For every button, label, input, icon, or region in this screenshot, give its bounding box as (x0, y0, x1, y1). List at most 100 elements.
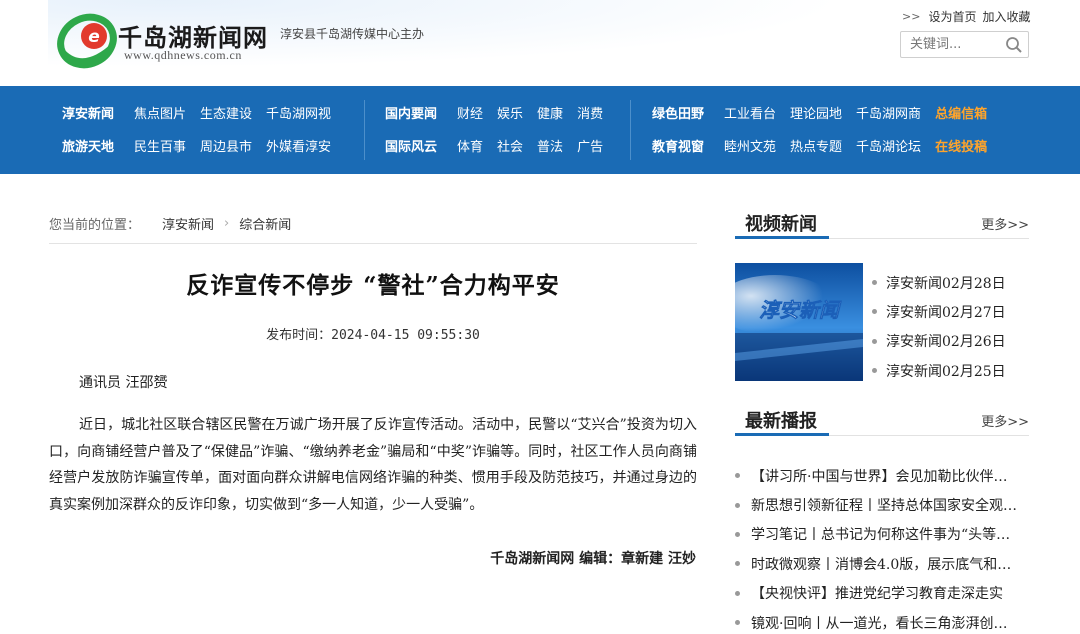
publish-label: 发布时间： (266, 328, 332, 343)
breadcrumb-link[interactable]: 淳安新闻 (162, 214, 214, 233)
nav-item[interactable]: 民生百事 (134, 136, 186, 155)
nav-item[interactable]: 工业看台 (724, 103, 776, 122)
editor-mailbox-link[interactable]: 总编信箱 (935, 103, 987, 122)
double-chevron-icon: >> (902, 10, 921, 23)
set-homepage-link[interactable]: 设为首页 (928, 8, 976, 25)
nav-row: 旅游天地 民生百事 周边县市 外媒看淳安 (62, 136, 345, 155)
more-link[interactable]: 更多>> (981, 411, 1029, 430)
nav-item[interactable]: 体育 (457, 136, 483, 155)
list-item-label[interactable]: 学习笔记丨总书记为何称这件事为“头等… (751, 524, 1029, 544)
nav-item[interactable]: 普法 (537, 136, 563, 155)
nav-item[interactable]: 千岛湖论坛 (856, 136, 921, 155)
section-title: 视频新闻 (745, 214, 817, 235)
nav-item[interactable]: 健康 (537, 103, 563, 122)
nav-divider (364, 100, 365, 160)
nav-main-item[interactable]: 绿色田野 (652, 103, 704, 122)
breadcrumb-label: 您当前的位置： (49, 218, 141, 233)
section-title: 最新播报 (745, 411, 817, 432)
list-item[interactable]: 淳安新闻02月25日 (872, 356, 1006, 385)
article-author: 通讯员 汪邵赟 (79, 375, 168, 391)
nav-divider (630, 100, 631, 160)
nav-item[interactable]: 周边县市 (200, 136, 252, 155)
breadcrumb-link[interactable]: 综合新闻 (239, 214, 291, 233)
search-box (900, 31, 1029, 58)
bullet-icon (735, 590, 740, 596)
nav-item[interactable]: 广告 (577, 136, 603, 155)
nav-main-item[interactable]: 教育视窗 (652, 136, 704, 155)
svg-text:e: e (88, 27, 100, 47)
nav-main-item[interactable]: 国内要闻 (385, 103, 437, 122)
site-url: www.qdhnews.com.cn (124, 48, 242, 62)
main-nav: 淳安新闻 焦点图片 生态建设 千岛湖网视 旅游天地 民生百事 周边县市 外媒看淳… (0, 86, 1080, 174)
nav-item[interactable]: 生态建设 (200, 103, 252, 122)
list-item[interactable]: 时政微观察丨消博会4.0版，展示底气和… (735, 549, 1029, 578)
publish-time: 发布时间：2024-04-15 09:55:30 (49, 324, 697, 343)
more-link[interactable]: 更多>> (981, 214, 1029, 233)
video-news-header: 视频新闻 更多>> (735, 207, 1029, 239)
article-body: 近日，城北社区联合辖区民警在万诚广场开展了反诈宣传活动。活动中，民警以“艾兴合”… (49, 417, 697, 513)
list-item-label[interactable]: 淳安新闻02月25日 (886, 361, 1006, 381)
breadcrumb: 您当前的位置： 淳安新闻 › 综合新闻 (49, 214, 291, 233)
online-submit-link[interactable]: 在线投稿 (935, 136, 987, 155)
list-item-label[interactable]: 【讲习所·中国与世界】会见加勒比伙伴… (751, 466, 1029, 486)
nav-item[interactable]: 千岛湖网视 (266, 103, 331, 122)
bullet-icon (735, 473, 740, 479)
nav-item[interactable]: 娱乐 (497, 103, 523, 122)
nav-row: 国际风云 体育 社会 普法 广告 (385, 136, 617, 155)
nav-main-item[interactable]: 淳安新闻 (62, 103, 114, 122)
bullet-icon (735, 531, 740, 537)
list-item[interactable]: 淳安新闻02月26日 (872, 327, 1006, 356)
publish-time-value: 2024-04-15 09:55:30 (331, 328, 480, 343)
accent-bar (735, 433, 829, 436)
nav-item[interactable]: 焦点图片 (134, 103, 186, 122)
site-header: e 千岛湖新闻网 www.qdhnews.com.cn 淳安县千岛湖传媒中心主办… (0, 0, 1080, 86)
nav-item[interactable]: 社会 (497, 136, 523, 155)
list-item-label[interactable]: 淳安新闻02月28日 (886, 273, 1006, 293)
search-icon[interactable] (1005, 36, 1023, 54)
accent-bar (735, 236, 829, 239)
list-item[interactable]: 学习笔记丨总书记为何称这件事为“头等… (735, 520, 1029, 549)
site-logo-icon[interactable]: e (54, 8, 124, 70)
list-item-label[interactable]: 镜观·回响丨从一道光，看长三角澎湃创… (751, 613, 1029, 633)
article-title: 反诈宣传不停步 “警社”合力构平安 (186, 272, 560, 299)
list-item[interactable]: 镜观·回响丨从一道光，看长三角澎湃创… (735, 608, 1029, 634)
nav-item[interactable]: 消费 (577, 103, 603, 122)
nav-item[interactable]: 千岛湖网商 (856, 103, 921, 122)
list-item[interactable]: 淳安新闻02月27日 (872, 297, 1006, 326)
nav-item[interactable]: 外媒看淳安 (266, 136, 331, 155)
list-item-label[interactable]: 时政微观察丨消博会4.0版，展示底气和… (751, 554, 1029, 574)
list-item[interactable]: 新思想引领新征程丨坚持总体国家安全观… (735, 490, 1029, 519)
sponsor-text: 淳安县千岛湖传媒中心主办 (280, 27, 425, 41)
bullet-icon (872, 338, 877, 344)
nav-main-item[interactable]: 国际风云 (385, 136, 437, 155)
bullet-icon (735, 561, 740, 567)
video-news-list: 淳安新闻02月28日 淳安新闻02月27日 淳安新闻02月26日 淳安新闻02月… (872, 268, 1006, 385)
latest-news-header: 最新播报 更多>> (735, 404, 1029, 436)
bullet-icon (872, 280, 877, 286)
nav-item[interactable]: 睦州文苑 (724, 136, 776, 155)
nav-row: 教育视窗 睦州文苑 热点专题 千岛湖论坛 在线投稿 (652, 136, 1001, 155)
bullet-icon (735, 502, 740, 508)
bullet-icon (872, 309, 877, 315)
latest-news-list: 【讲习所·中国与世界】会见加勒比伙伴… 新思想引领新征程丨坚持总体国家安全观… … (735, 461, 1029, 634)
bullet-icon (735, 620, 740, 626)
list-item[interactable]: 淳安新闻02月28日 (872, 268, 1006, 297)
list-item-label[interactable]: 淳安新闻02月26日 (886, 331, 1006, 351)
nav-row: 淳安新闻 焦点图片 生态建设 千岛湖网视 (62, 103, 345, 122)
list-item[interactable]: 【讲习所·中国与世界】会见加勒比伙伴… (735, 461, 1029, 490)
nav-item[interactable]: 理论园地 (790, 103, 842, 122)
list-item-label[interactable]: 淳安新闻02月27日 (886, 302, 1006, 322)
list-item[interactable]: 【央视快评】推进党纪学习教育走深走实 (735, 579, 1029, 608)
add-favorite-link[interactable]: 加入收藏 (982, 8, 1030, 25)
list-item-label[interactable]: 【央视快评】推进党纪学习教育走深走实 (751, 583, 1029, 603)
video-thumbnail[interactable]: 淳安新闻 (735, 263, 863, 381)
search-input[interactable] (901, 32, 997, 57)
nav-item[interactable]: 财经 (457, 103, 483, 122)
article-credit: 千岛湖新闻网 编辑：章新建 汪妙 (490, 551, 696, 567)
list-item-label[interactable]: 新思想引领新征程丨坚持总体国家安全观… (751, 495, 1029, 515)
nav-main-item[interactable]: 旅游天地 (62, 136, 114, 155)
nav-item[interactable]: 热点专题 (790, 136, 842, 155)
nav-row: 绿色田野 工业看台 理论园地 千岛湖网商 总编信箱 (652, 103, 1001, 122)
top-links: >> 设为首页 加入收藏 (902, 8, 1030, 25)
divider (49, 243, 697, 244)
